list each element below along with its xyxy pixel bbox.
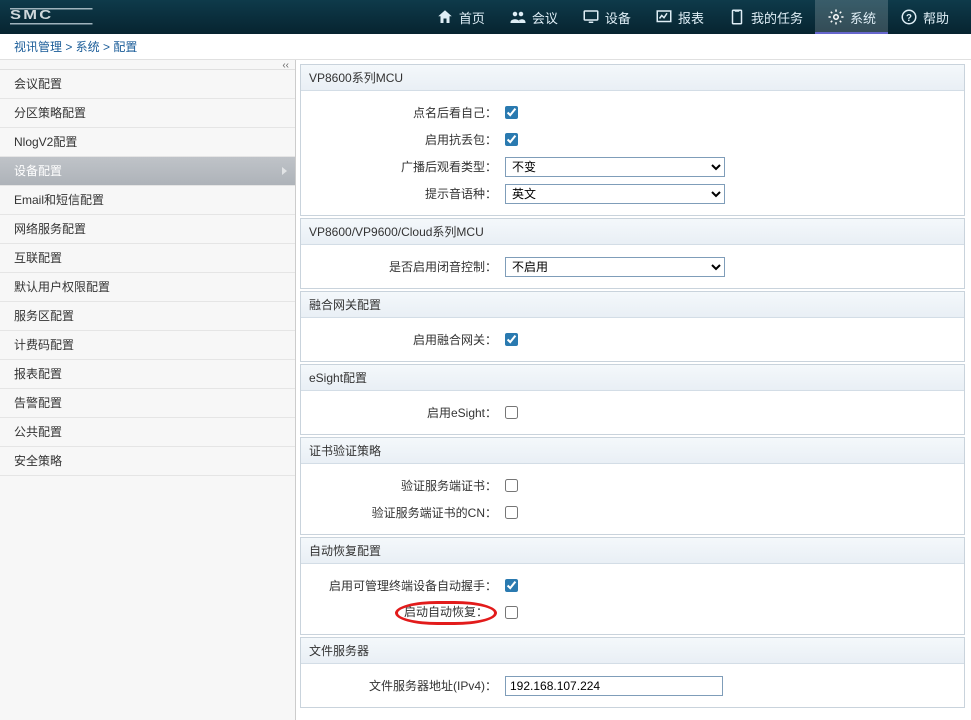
panel-title: VP8600系列MCU [301,65,964,91]
label-enable-fusion: 启用融合网关： [301,331,501,348]
panel-auto-recovery: 自动恢复配置 启用可管理终端设备自动握手： 启动自动恢复： [300,537,965,635]
nav-tasks[interactable]: 我的任务 [716,0,815,34]
sidebar-collapse[interactable]: ‹‹ [0,60,295,70]
meeting-icon [509,8,527,26]
checkbox-enable-esight[interactable] [505,406,518,419]
sidebar-item-billing[interactable]: 计费码配置 [0,331,295,360]
label-verify-cert: 验证服务端证书： [301,477,501,494]
checkbox-verify-cert[interactable] [505,479,518,492]
nav-label: 设备 [605,8,631,27]
device-icon [582,8,600,26]
select-prompt-lang[interactable]: 英文 [505,184,725,204]
sidebar-item-report-config[interactable]: 报表配置 [0,360,295,389]
sidebar-item-network[interactable]: 网络服务配置 [0,215,295,244]
nav-label: 报表 [678,8,704,27]
panel-fusion-gateway: 融合网关配置 启用融合网关： [300,291,965,362]
breadcrumb: 视讯管理 > 系统 > 配置 [0,34,971,60]
panel-esight: eSight配置 启用eSight： [300,364,965,435]
svg-text:SMC: SMC [10,8,53,22]
label-broadcast-view: 广播后观看类型： [301,158,501,175]
nav-device[interactable]: 设备 [570,0,643,34]
sidebar-item-security[interactable]: 安全策略 [0,447,295,476]
panel-title: 文件服务器 [301,638,964,664]
report-icon [655,8,673,26]
content-area: VP8600系列MCU 点名后看自己： 启用抗丢包： 广播后观看类型： 不变 提… [296,60,971,720]
label-anti-loss: 启用抗丢包： [301,131,501,148]
sidebar-item-email-sms[interactable]: Email和短信配置 [0,186,295,215]
label-verify-cn: 验证服务端证书的CN： [301,504,501,521]
logo: SMC [10,8,310,26]
checkbox-enable-fusion[interactable] [505,333,518,346]
nav-label: 系统 [850,8,876,27]
label-enable-esight: 启用eSight： [301,404,501,421]
nav-home[interactable]: 首页 [424,0,497,34]
highlight-annotation: 启动自动恢复： [395,601,497,625]
main: ‹‹ 会议配置 分区策略配置 NlogV2配置 设备配置 Email和短信配置 … [0,60,971,720]
nav-report[interactable]: 报表 [643,0,716,34]
nav-label: 会议 [532,8,558,27]
sidebar: ‹‹ 会议配置 分区策略配置 NlogV2配置 设备配置 Email和短信配置 … [0,60,296,720]
input-fileserver-ipv4[interactable] [505,676,723,696]
nav-label: 首页 [459,8,485,27]
top-header: SMC 首页 会议 设备 报表 我的任务 系统 ? [0,0,971,34]
label-auto-recovery: 启动自动恢复： [301,601,501,625]
label-auto-handshake: 启用可管理终端设备自动握手： [301,577,501,594]
svg-text:?: ? [906,13,912,24]
sidebar-item-nlogv2[interactable]: NlogV2配置 [0,128,295,157]
panel-cert-policy: 证书验证策略 验证服务端证书： 验证服务端证书的CN： [300,437,965,535]
checkbox-verify-cn[interactable] [505,506,518,519]
label-fileserver-ipv4: 文件服务器地址(IPv4)： [301,677,501,694]
panel-title: eSight配置 [301,365,964,391]
panel-title: VP8600/VP9600/Cloud系列MCU [301,219,964,245]
checkbox-auto-handshake[interactable] [505,579,518,592]
help-icon: ? [900,8,918,26]
sidebar-item-zone-policy[interactable]: 分区策略配置 [0,99,295,128]
panel-file-server: 文件服务器 文件服务器地址(IPv4)： [300,637,965,708]
sidebar-item-service-area[interactable]: 服务区配置 [0,302,295,331]
sidebar-list: 会议配置 分区策略配置 NlogV2配置 设备配置 Email和短信配置 网络服… [0,70,295,476]
select-broadcast-view[interactable]: 不变 [505,157,725,177]
nav-label: 我的任务 [751,8,803,27]
nav-help[interactable]: ? 帮助 [888,0,961,34]
tasks-icon [728,8,746,26]
checkbox-rollcall-self[interactable] [505,106,518,119]
nav-label: 帮助 [923,8,949,27]
sidebar-item-public[interactable]: 公共配置 [0,418,295,447]
sidebar-item-interconnect[interactable]: 互联配置 [0,244,295,273]
select-mute-control[interactable]: 不启用 [505,257,725,277]
panel-vp8600-mcu: VP8600系列MCU 点名后看自己： 启用抗丢包： 广播后观看类型： 不变 提… [300,64,965,216]
nav-meeting[interactable]: 会议 [497,0,570,34]
logo-svg: SMC [10,8,130,26]
checkbox-auto-recovery[interactable] [505,606,518,619]
checkbox-anti-loss[interactable] [505,133,518,146]
label-mute-control: 是否启用闭音控制： [301,258,501,275]
sidebar-item-alarm[interactable]: 告警配置 [0,389,295,418]
home-icon [436,8,454,26]
panel-title: 证书验证策略 [301,438,964,464]
sidebar-item-device-config[interactable]: 设备配置 [0,157,295,186]
label-rollcall-self: 点名后看自己： [301,104,501,121]
nav-system[interactable]: 系统 [815,0,888,34]
top-nav: 首页 会议 设备 报表 我的任务 系统 ? 帮助 [424,0,961,34]
sidebar-item-default-perm[interactable]: 默认用户权限配置 [0,273,295,302]
label-prompt-lang: 提示音语种： [301,185,501,202]
panel-vp8600-9600-cloud: VP8600/VP9600/Cloud系列MCU 是否启用闭音控制： 不启用 [300,218,965,289]
panel-title: 自动恢复配置 [301,538,964,564]
panel-title: 融合网关配置 [301,292,964,318]
sidebar-item-meeting-config[interactable]: 会议配置 [0,70,295,99]
gear-icon [827,8,845,26]
